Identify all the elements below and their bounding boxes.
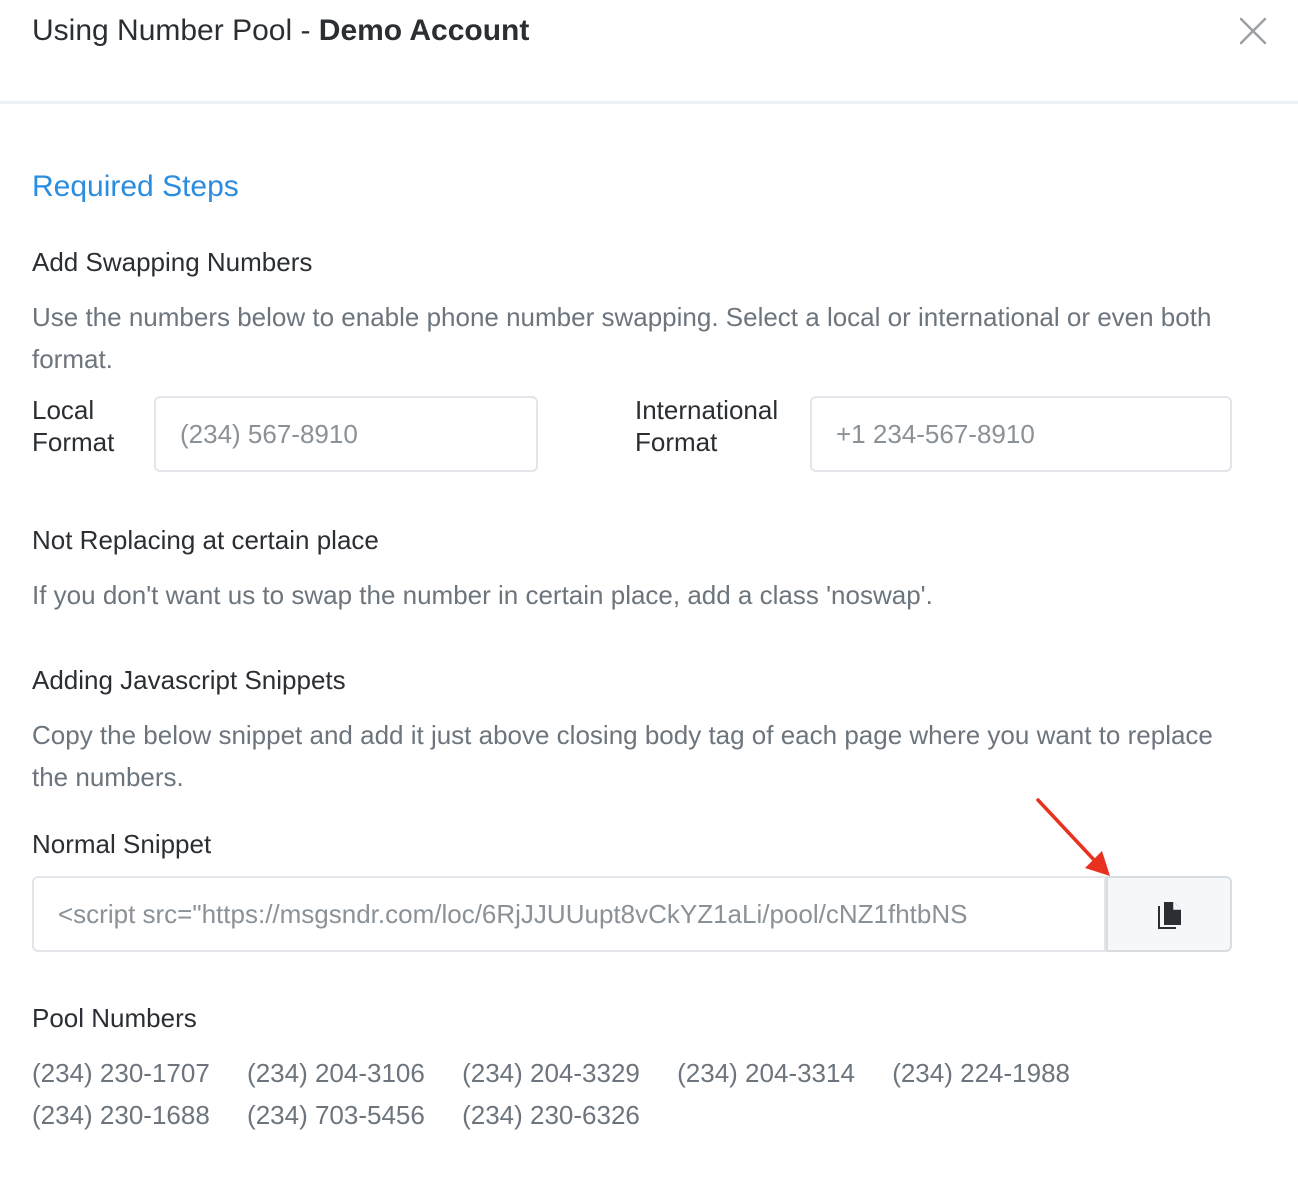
- normal-snippet-field[interactable]: <script src="https://msgsndr.com/loc/6Rj…: [32, 876, 1106, 952]
- local-format-input[interactable]: [154, 396, 538, 472]
- account-name: Demo Account: [318, 14, 530, 47]
- annotation-arrow-icon: [1036, 798, 1110, 876]
- normal-snippet-label: Normal Snippet: [32, 829, 212, 859]
- pool-number: (234) 224-1988: [892, 1058, 1070, 1088]
- snippets-heading: Adding Javascript Snippets: [32, 665, 346, 695]
- required-steps-title: Required Steps: [32, 170, 239, 203]
- pool-number: (234) 204-3329: [462, 1058, 640, 1088]
- pool-number: (234) 204-3314: [677, 1058, 855, 1088]
- noswap-heading: Not Replacing at certain place: [32, 525, 379, 555]
- number-pool-modal: Using Number Pool - Demo Account Require…: [0, 0, 1298, 1180]
- local-format-label: Local Format: [32, 395, 115, 457]
- modal-title-prefix: Using Number Pool -: [32, 14, 319, 47]
- swap-description: Use the numbers below to enable phone nu…: [32, 302, 1212, 374]
- modal-title: Using Number Pool - Demo Account: [32, 12, 529, 50]
- pool-number: (234) 230-1688: [32, 1100, 210, 1130]
- swap-heading: Add Swapping Numbers: [32, 247, 313, 277]
- copy-icon: [1158, 902, 1181, 929]
- pool-numbers-heading: Pool Numbers: [32, 1003, 197, 1033]
- copy-snippet-button[interactable]: [1106, 876, 1232, 952]
- modal-header: Using Number Pool - Demo Account: [0, 0, 1298, 104]
- pool-number: (234) 230-1707: [32, 1058, 210, 1088]
- noswap-description: If you don't want us to swap the number …: [32, 580, 933, 610]
- close-button[interactable]: [1234, 12, 1272, 50]
- international-format-input[interactable]: [810, 396, 1232, 472]
- pool-number: (234) 204-3106: [247, 1058, 425, 1088]
- close-icon: [1239, 17, 1267, 45]
- international-format-label: International Format: [635, 395, 779, 457]
- pool-numbers-list: (234) 230-1707 (234) 204-3106 (234) 204-…: [32, 1052, 1252, 1136]
- snippets-description: Copy the below snippet and add it just a…: [32, 720, 1213, 792]
- pool-number: (234) 703-5456: [247, 1100, 425, 1130]
- pool-number: (234) 230-6326: [462, 1100, 640, 1130]
